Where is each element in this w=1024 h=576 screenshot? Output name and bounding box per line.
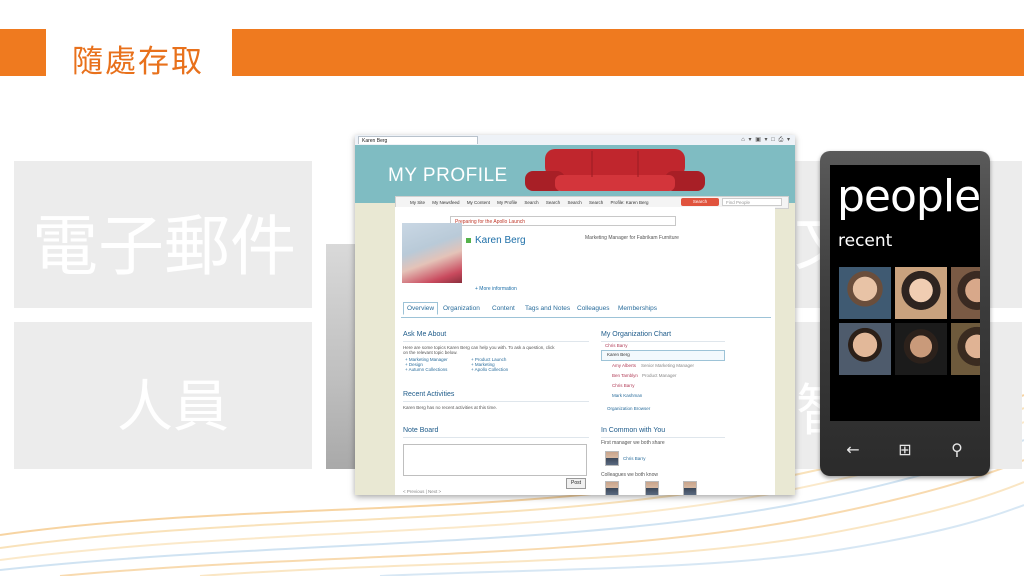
tile-email: 電子郵件 <box>14 161 312 308</box>
profile-header-title: MY PROFILE <box>388 165 508 186</box>
ask-me-about-heading: Ask Me About <box>403 331 447 338</box>
nav-my-content[interactable]: My Content <box>467 200 490 205</box>
nav-search-4[interactable]: Search <box>589 200 603 205</box>
note-board-pager[interactable]: < Previous | Next > <box>403 489 441 494</box>
divider <box>601 437 725 438</box>
in-common-heading: In Common with You <box>601 427 666 434</box>
org-report-title: Product Manager <box>642 373 677 378</box>
org-report-link[interactable]: Chris Barry <box>612 383 635 388</box>
presence-icon <box>466 238 471 243</box>
shared-colleagues-label: Colleagues we both know <box>601 472 658 478</box>
browser-toolbar-icons[interactable]: ⌂ ▾ ▣ ▾ □ ⎙ ▾ <box>741 136 791 144</box>
phone-section-title: recent <box>838 231 893 251</box>
person-name: Karen Berg <box>475 235 526 246</box>
title-bar-accent-left <box>0 29 46 76</box>
sharepoint-screenshot: Karen Berg ⌂ ▾ ▣ ▾ □ ⎙ ▾ MY PROFILE My S… <box>355 135 795 495</box>
recent-activities-text: Karen Berg has no recent activities at t… <box>403 405 498 410</box>
tab-colleagues[interactable]: Colleagues <box>577 305 610 312</box>
browser-tab[interactable]: Karen Berg <box>358 136 478 144</box>
avatar[interactable] <box>645 481 659 495</box>
contact-tile[interactable] <box>895 267 947 319</box>
windows-phone: people recent ← ⊞ ⚲ <box>820 151 990 476</box>
org-report-title: Senior Marketing Manager <box>641 363 695 368</box>
org-report-link[interactable]: Amy Alberts <box>612 363 636 368</box>
phone-screen: people recent <box>830 165 980 421</box>
divider <box>601 341 725 342</box>
shared-manager-label: First manager we both share <box>601 440 665 446</box>
avatar[interactable] <box>605 481 619 495</box>
job-title: Marketing Manager for Fabrikam Furniture <box>585 235 679 241</box>
search-icon[interactable]: ⚲ <box>939 436 975 464</box>
note-board-heading: Note Board <box>403 427 439 434</box>
contact-tile[interactable] <box>951 267 980 319</box>
org-report-link[interactable]: Mark Kashman <box>612 393 642 398</box>
profile-header: MY PROFILE <box>355 145 795 203</box>
org-chart-heading: My Organization Chart <box>601 331 672 338</box>
shared-manager-link[interactable]: Chris Barry <box>623 456 646 461</box>
tab-organization[interactable]: Organization <box>443 305 480 312</box>
profile-photo <box>402 223 462 283</box>
note-board-input[interactable] <box>403 444 587 476</box>
contact-tile[interactable] <box>895 323 947 375</box>
avatar[interactable] <box>683 481 697 495</box>
tab-tags-and-notes[interactable]: Tags and Notes <box>525 305 570 312</box>
find-people-input[interactable]: Find People <box>722 198 782 206</box>
back-icon[interactable]: ← <box>835 436 871 464</box>
tile-email-label: 電子郵件 <box>32 208 296 285</box>
organization-browser-link[interactable]: Organization Browser <box>607 406 650 411</box>
nav-search-2[interactable]: Search <box>546 200 560 205</box>
contact-tile[interactable] <box>839 267 891 319</box>
nav-my-newsfeed[interactable]: My Newsfeed <box>432 200 459 205</box>
tab-memberships[interactable]: Memberships <box>618 305 657 312</box>
tab-overview[interactable]: Overview <box>403 302 439 315</box>
more-information-link[interactable]: + More information <box>475 286 517 292</box>
divider <box>403 401 589 402</box>
phone-hardware-keys: ← ⊞ ⚲ <box>820 426 990 471</box>
org-report-link[interactable]: Ben Tamblyn <box>612 373 638 378</box>
org-manager-link[interactable]: Chris Barry <box>605 343 628 348</box>
search-button[interactable]: Search <box>681 198 719 206</box>
title-bar-accent-right <box>232 29 1024 76</box>
divider <box>403 341 589 342</box>
tile-people-label: 人員 <box>117 375 229 440</box>
slide-title: 隨處存取 <box>72 44 204 80</box>
nav-profile-karen[interactable]: Profile: Karen Berg <box>611 200 649 205</box>
nav-search-3[interactable]: Search <box>567 200 581 205</box>
slide: 隨處存取 電子郵件 人員 文 智 Karen Berg ⌂ ▾ ▣ ▾ □ ⎙ … <box>0 0 1024 576</box>
profile-tabs: Overview Organization Content Tags and N… <box>401 302 771 318</box>
org-self-link[interactable]: Karen Berg <box>607 352 630 357</box>
contact-tile[interactable] <box>951 323 980 375</box>
windows-start-icon[interactable]: ⊞ <box>887 436 923 464</box>
red-sofa-icon <box>525 149 705 191</box>
nav-my-profile[interactable]: My Profile <box>497 200 517 205</box>
ask-me-about-intro-2: on the relevant topic below. <box>403 350 458 355</box>
nav-search-1[interactable]: Search <box>524 200 538 205</box>
status-message[interactable]: Preparing for the Apollo Launch <box>450 216 676 226</box>
tile-people: 人員 <box>14 322 312 469</box>
post-button[interactable]: Post <box>566 478 586 489</box>
tab-content[interactable]: Content <box>492 305 515 312</box>
topic-link[interactable]: + Autumn Collections <box>405 367 447 372</box>
contact-tile[interactable] <box>839 323 891 375</box>
divider <box>403 437 589 438</box>
nav-my-site[interactable]: My Site <box>410 200 425 205</box>
topic-link[interactable]: + Apollo Collection <box>471 367 508 372</box>
recent-activities-heading: Recent Activities <box>403 391 455 398</box>
phone-hub-title: people <box>837 171 980 222</box>
avatar[interactable] <box>605 451 619 466</box>
